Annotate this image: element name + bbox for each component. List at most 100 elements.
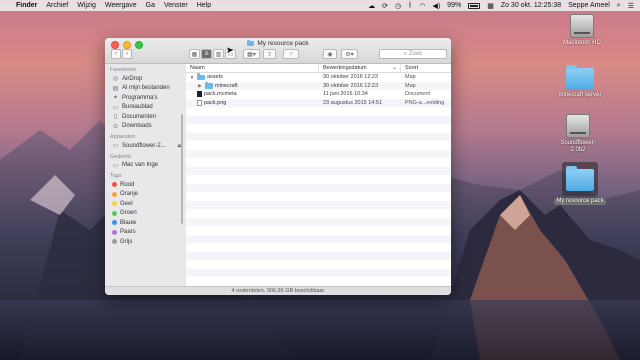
table-row[interactable]: pack.png 23 augustus 2015 14:51 PNG-a...ee… xyxy=(186,98,451,107)
status-menus: ☁ ⟳ ◷ ᛒ ◠ ◀) 99% ▦ Zo 30 okt. 12:25:38 S… xyxy=(368,2,634,10)
share-button[interactable]: ⇧ xyxy=(263,49,276,59)
icon-view-button[interactable]: ▦ xyxy=(189,49,200,59)
finder-window: My resource pack ‹ › ▦ ≡ ▥ ▭ ▦▾ ⇧ ○ ◉ ⚙▾… xyxy=(105,38,451,295)
volume-icon[interactable]: ◀) xyxy=(432,2,440,10)
tag-list: Rood Oranje Geel Groen Blauw Paars Grijs xyxy=(105,180,186,247)
sidebar-item-label: AirDrop xyxy=(122,75,143,82)
menu-finder[interactable]: Finder xyxy=(16,2,37,9)
sidebar-tag-groen[interactable]: Groen xyxy=(105,209,186,219)
sidebar-item-mac-van-inge[interactable]: ▭ Mac van Inge xyxy=(105,161,186,171)
empty-row xyxy=(186,243,451,252)
hard-drive-icon xyxy=(570,14,594,38)
applications-icon: ✦ xyxy=(112,95,119,102)
title-bar[interactable]: My resource pack ‹ › ▦ ≡ ▥ ▭ ▦▾ ⇧ ○ ◉ ⚙▾… xyxy=(105,38,451,64)
sidebar-item-label: Rood xyxy=(120,181,135,188)
folder-icon xyxy=(566,65,594,90)
sidebar-item-desktop[interactable]: ▭ Bureaublad xyxy=(105,103,186,113)
empty-row xyxy=(186,226,451,235)
sort-chevron-icon: ⌄ xyxy=(392,65,397,71)
sidebar-item-label: Blauw xyxy=(120,219,137,226)
cloud-icon[interactable]: ☁ xyxy=(368,2,375,10)
sidebar-tag-paars[interactable]: Paars xyxy=(105,228,186,238)
forward-button[interactable]: › xyxy=(122,49,132,59)
column-kind[interactable]: Soort xyxy=(401,64,451,72)
folder-icon xyxy=(197,73,205,80)
timemachine-icon[interactable]: ◷ xyxy=(395,2,401,10)
tags-button[interactable]: ○ xyxy=(283,49,299,59)
column-name[interactable]: Naam xyxy=(186,64,319,72)
list-view-button[interactable]: ≡ xyxy=(201,49,212,59)
empty-row xyxy=(186,260,451,269)
column-date[interactable]: Bewerkingsdatum ⌄ xyxy=(319,64,401,72)
file-name: pack.png xyxy=(204,99,227,106)
sidebar-item-documents[interactable]: ▯ Documenten xyxy=(105,112,186,122)
action-button[interactable]: ⚙▾ xyxy=(341,49,358,59)
sidebar-tag-geel[interactable]: Geel xyxy=(105,199,186,209)
desktop-icon-macintosh-hd[interactable]: Macintosh HD xyxy=(554,14,610,47)
desktop-icon-label: Macintosh HD xyxy=(563,40,601,46)
battery-icon[interactable] xyxy=(468,2,481,9)
sidebar-item-all-files[interactable]: ▤ Al mijn bestanden xyxy=(105,84,186,94)
sidebar-item-applications[interactable]: ✦ Programma's xyxy=(105,93,186,103)
menu-bar: Finder Archief Wijzig Weergave Ga Venste… xyxy=(0,0,640,11)
disclosure-triangle-icon[interactable]: ▼ xyxy=(189,75,195,80)
sidebar-item-soundflower[interactable]: ▭ Soundflower-2... ⏏ xyxy=(105,141,186,151)
sidebar-tag-oranje[interactable]: Oranje xyxy=(105,190,186,200)
desktop-icon-label: minecraft server xyxy=(558,92,602,98)
wifi-icon[interactable]: ◠ xyxy=(419,2,425,10)
desktop-icon: ▭ xyxy=(112,104,119,111)
sidebar-tag-grijs[interactable]: Grijs xyxy=(105,237,186,247)
flag-icon[interactable]: ▦ xyxy=(487,2,494,10)
empty-row xyxy=(186,217,451,226)
desktop-icon-label: My resource pack xyxy=(554,198,606,205)
empty-row xyxy=(186,277,451,286)
column-view-button[interactable]: ▥ xyxy=(213,49,224,59)
file-name: pack.mcmeta xyxy=(204,91,237,98)
empty-row xyxy=(186,158,451,167)
table-row[interactable]: ▶ minecraft 30 oktober 2016 12:23 Map xyxy=(186,81,451,90)
bluetooth-icon[interactable]: ᛒ xyxy=(408,2,412,9)
documents-icon: ▯ xyxy=(113,114,118,121)
menu-weergave[interactable]: Weergave xyxy=(105,2,137,9)
tag-color-icon xyxy=(112,239,117,245)
empty-row xyxy=(186,183,451,192)
desktop-icon-soundflower[interactable]: Soundflower-2.0b2 xyxy=(550,114,606,154)
notification-center-icon[interactable]: ☰ xyxy=(628,2,634,10)
menu-ga[interactable]: Ga xyxy=(146,2,155,9)
sidebar-item-label: Geel xyxy=(120,200,133,207)
clock[interactable]: Zo 30 okt. 12:25:38 xyxy=(501,2,561,9)
user-name[interactable]: Seppe Ameel xyxy=(568,2,610,9)
disclosure-triangle-icon[interactable]: ▶ xyxy=(197,83,203,89)
back-button[interactable]: ‹ xyxy=(111,49,121,59)
sync-icon[interactable]: ⟳ xyxy=(382,2,388,10)
search-input[interactable]: ⌕ Zoek xyxy=(379,49,447,59)
sidebar-scrollbar[interactable] xyxy=(181,114,183,224)
disk-image-icon xyxy=(566,114,590,138)
empty-row xyxy=(186,132,451,141)
tag-color-icon xyxy=(112,201,117,207)
spotlight-icon[interactable]: ⌕ xyxy=(617,2,621,10)
menu-archief[interactable]: Archief xyxy=(46,2,68,9)
disk-icon: ▭ xyxy=(112,143,119,150)
desktop-icon-my-resource-pack[interactable]: My resource pack xyxy=(552,162,608,205)
sidebar-tag-blauw[interactable]: Blauw xyxy=(105,218,186,228)
document-icon xyxy=(197,91,202,98)
sidebar-item-airdrop[interactable]: ◎ AirDrop xyxy=(105,74,186,84)
empty-row xyxy=(186,166,451,175)
table-row[interactable]: pack.mcmeta 11 juni 2016 10:34 Document xyxy=(186,90,451,99)
table-row[interactable]: ▼ assets 30 oktober 2016 12:23 Map xyxy=(186,73,451,82)
sidebar-item-label: Groen xyxy=(120,210,137,217)
empty-row xyxy=(186,200,451,209)
computer-icon: ▭ xyxy=(112,162,119,169)
sidebar-tag-rood[interactable]: Rood xyxy=(105,180,186,190)
menu-venster[interactable]: Venster xyxy=(164,2,188,9)
menu-help[interactable]: Help xyxy=(197,2,211,9)
arrange-button[interactable]: ▦▾ xyxy=(243,49,260,59)
desktop-icon-minecraft-server[interactable]: minecraft server xyxy=(552,65,608,99)
empty-row xyxy=(186,115,451,124)
menu-wijzig[interactable]: Wijzig xyxy=(77,2,96,9)
sidebar-item-label: Soundflower-2... xyxy=(122,142,166,149)
quicklook-button[interactable]: ◉ xyxy=(323,49,337,59)
sidebar-item-downloads[interactable]: ⊙ Downloads xyxy=(105,122,186,132)
battery-percent[interactable]: 99% xyxy=(447,2,461,9)
